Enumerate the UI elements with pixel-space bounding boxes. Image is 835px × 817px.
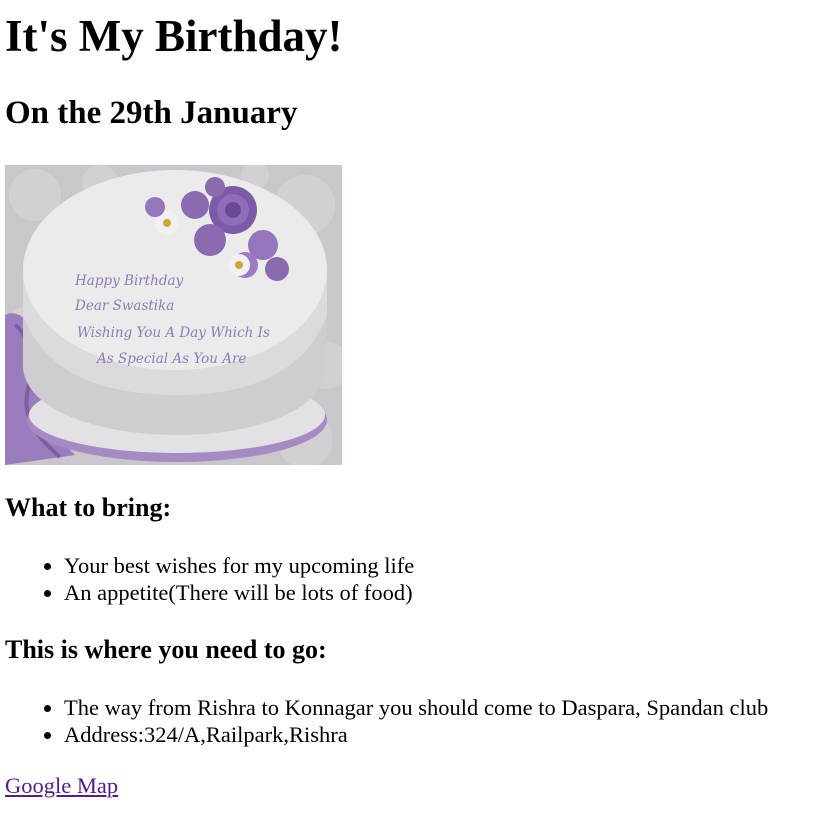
list-item: An appetite(There will be lots of food) xyxy=(43,580,413,605)
date-heading: On the 29th January xyxy=(5,95,298,131)
bring-heading: What to bring: xyxy=(5,493,172,522)
google-map-link[interactable]: Google Map xyxy=(5,772,118,799)
cake-text-line: Wishing You A Day Which Is xyxy=(77,325,270,341)
page-title: It's My Birthday! xyxy=(5,11,343,61)
list-item: Your best wishes for my upcoming life xyxy=(43,553,415,578)
cake-image: Happy Birthday Dear Swastika Wishing You… xyxy=(5,165,342,465)
list-item: Address:324/A,Railpark,Rishra xyxy=(43,721,768,748)
directions-heading: This is where you need to go: xyxy=(5,635,327,664)
list-item: The way from Rishra to Konnagar you shou… xyxy=(43,695,769,720)
bring-list: Your best wishes for my upcoming life An… xyxy=(43,552,415,606)
cake-text-line: Dear Swastika xyxy=(74,298,174,314)
cake-text-line: As Special As You Are xyxy=(95,351,246,367)
directions-list: The way from Rishra to Konnagar you shou… xyxy=(43,694,769,748)
cake-text-line: Happy Birthday xyxy=(74,273,184,289)
